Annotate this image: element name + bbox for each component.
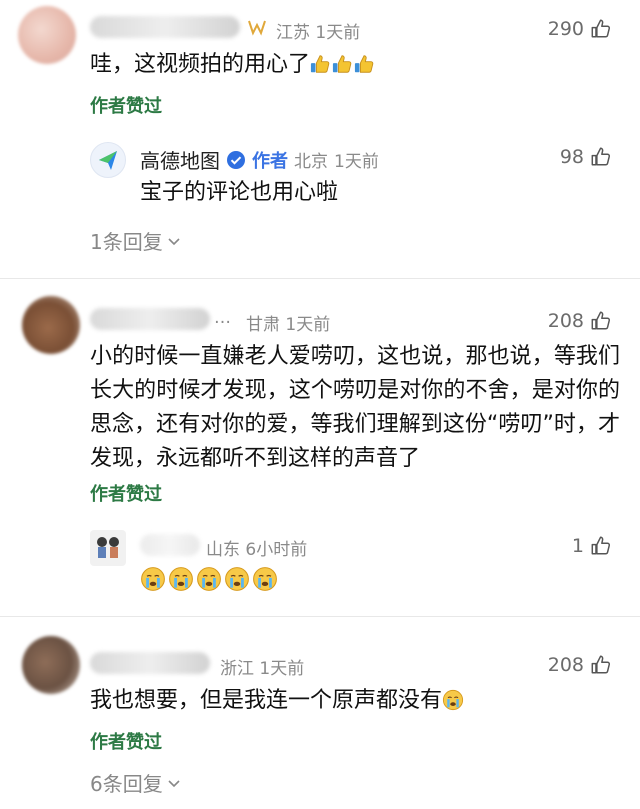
thumbs-up-icon	[590, 146, 612, 168]
avatar[interactable]	[90, 142, 126, 178]
like-button[interactable]: 208	[548, 654, 612, 676]
username-blurred[interactable]	[90, 16, 240, 38]
comment-text: 我也想要，但是我连一个原声都没有	[90, 684, 464, 718]
like-count: 290	[547, 18, 584, 40]
map-logo-icon	[99, 151, 117, 170]
comment-location: 浙江	[220, 659, 254, 679]
replies-count-label: 6条回复	[90, 772, 163, 796]
reply-text	[140, 566, 278, 592]
thumbs-up-icon	[354, 53, 376, 75]
username-blurred[interactable]	[140, 534, 200, 556]
comment-text: 哇，这视频拍的用心了	[90, 48, 376, 82]
verified-badge-icon	[227, 150, 245, 169]
chevron-down-icon	[168, 779, 180, 787]
replies-count-label: 1条回复	[90, 230, 163, 254]
author-liked-badge: 作者赞过	[90, 96, 162, 117]
avatar[interactable]	[22, 636, 80, 694]
crying-face-icon	[252, 566, 278, 592]
cartoon-couple-icon	[97, 537, 119, 558]
reply-text: 宝子的评论也用心啦	[140, 180, 339, 205]
reply-username[interactable]: 高德地图	[140, 145, 220, 174]
avatar[interactable]	[18, 6, 76, 64]
chevron-down-icon	[168, 237, 180, 245]
reply-time: 6小时前	[245, 540, 308, 560]
divider	[0, 616, 640, 617]
reply-location: 北京	[294, 152, 328, 172]
like-count: 208	[547, 310, 584, 332]
thumbs-up-icon	[590, 535, 612, 557]
crying-face-icon	[224, 566, 250, 592]
like-count: 98	[559, 146, 584, 168]
username-blurred[interactable]	[90, 308, 210, 330]
expand-replies-button[interactable]: 1条回复	[90, 226, 181, 255]
thumbs-up-icon	[590, 654, 612, 676]
thumbs-up-icon	[590, 18, 612, 40]
avatar[interactable]	[90, 530, 126, 566]
like-count: 208	[547, 654, 584, 676]
like-button[interactable]: 1	[572, 535, 612, 557]
like-button[interactable]: 290	[548, 18, 612, 40]
thumbs-up-icon	[332, 53, 354, 75]
like-button[interactable]: 208	[548, 310, 612, 332]
comment-location: 甘肃	[246, 315, 280, 335]
comment-time: 1天前	[285, 315, 331, 335]
comment-time: 1天前	[315, 23, 361, 43]
avatar[interactable]	[22, 296, 80, 354]
author-liked-badge: 作者赞过	[90, 484, 162, 505]
username-ellipsis: …	[214, 308, 231, 328]
author-liked-badge: 作者赞过	[90, 732, 162, 753]
author-tag: 作者	[252, 150, 288, 172]
reply-time: 1天前	[334, 152, 379, 172]
crying-face-icon	[442, 689, 464, 711]
comment-location: 江苏	[276, 23, 310, 43]
divider	[0, 278, 640, 279]
crying-face-icon	[168, 566, 194, 592]
thumbs-up-icon	[590, 310, 612, 332]
like-count: 1	[571, 535, 584, 557]
crying-face-icon	[196, 566, 222, 592]
badge-icon	[246, 16, 268, 42]
username-blurred[interactable]	[90, 652, 210, 674]
like-button[interactable]: 98	[560, 146, 612, 168]
comment-text-body: 我也想要，但是我连一个原声都没有	[90, 688, 443, 713]
crying-face-icon	[140, 566, 166, 592]
comment-time: 1天前	[259, 659, 305, 679]
comment-text: 小的时候一直嫌老人爱唠叨，这也说，那也说，等我们长大的时候才发现，这个唠叨是对你…	[90, 344, 620, 471]
thumbs-up-icon	[310, 53, 332, 75]
comment-text-body: 哇，这视频拍的用心了	[90, 52, 311, 77]
reply-location: 山东	[206, 540, 240, 560]
expand-replies-button[interactable]: 6条回复	[90, 768, 181, 797]
